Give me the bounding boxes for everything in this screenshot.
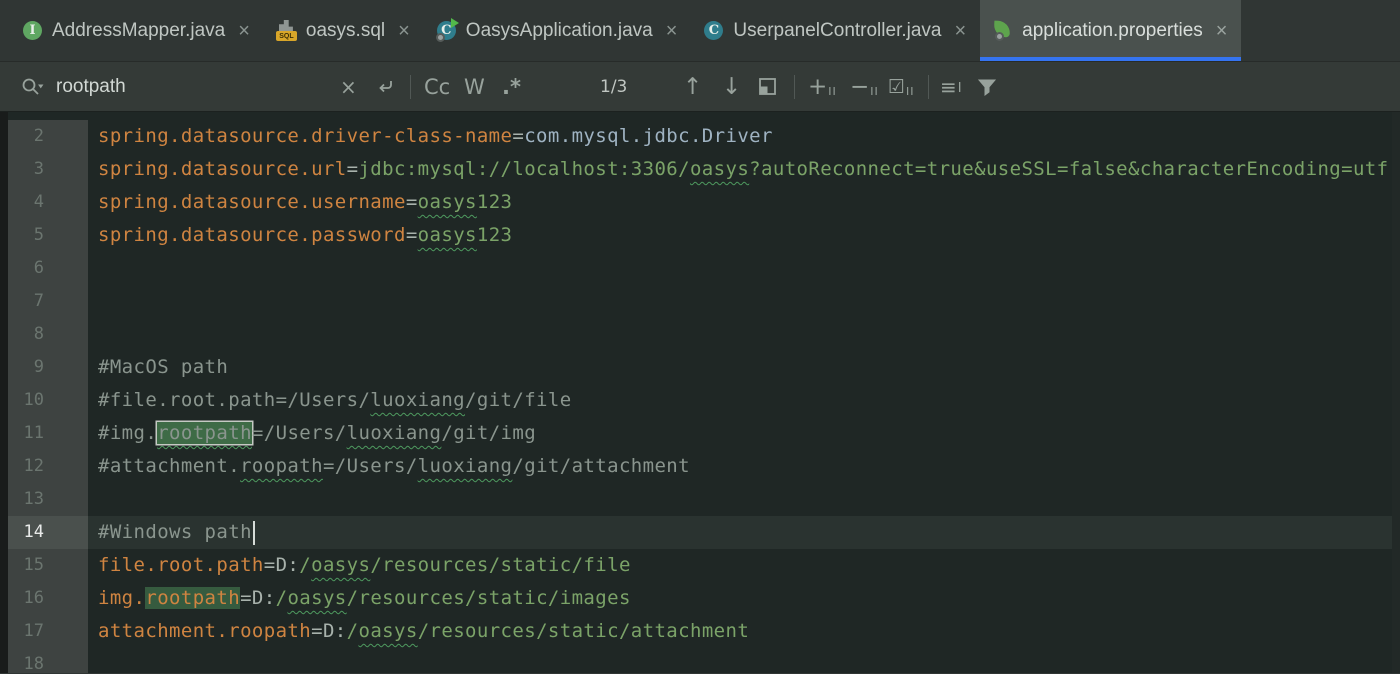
divider [410, 75, 411, 99]
code-line-9[interactable]: 9#MacOS path [8, 351, 1400, 384]
code-text: #Windows path [88, 516, 1400, 549]
line-number: 10 [8, 384, 88, 417]
close-tab-icon[interactable]: × [238, 21, 250, 41]
line-number: 17 [8, 615, 88, 648]
interface-icon: I [22, 20, 43, 41]
tab-oasys-sql[interactable]: SQL oasys.sql × [264, 0, 424, 61]
line-number: 18 [8, 648, 88, 673]
code-text: #img.rootpath=/Users/luoxiang/git/img [88, 417, 1400, 450]
code-line-17[interactable]: 17attachment.roopath=D:/oasys/resources/… [8, 615, 1400, 648]
next-occurrence-button[interactable]: ↓ [722, 74, 741, 100]
line-number: 7 [8, 285, 88, 318]
select-all-occurrences-button[interactable]: ☑II [888, 76, 915, 98]
code-text [88, 648, 1400, 673]
close-tab-icon[interactable]: × [1216, 21, 1228, 41]
code-text: file.root.path=D:/oasys/resources/static… [88, 549, 1400, 582]
tab-label: oasys.sql [306, 20, 385, 42]
code-text: #attachment.roopath=/Users/luoxiang/git/… [88, 450, 1400, 483]
line-number: 9 [8, 351, 88, 384]
clear-search-icon[interactable]: × [340, 75, 357, 99]
code-line-12[interactable]: 12#attachment.roopath=/Users/luoxiang/gi… [8, 450, 1400, 483]
tab-UserpanelController-java[interactable]: C UserpanelController.java × [691, 0, 980, 61]
previous-occurrence-button[interactable]: ↑ [683, 74, 702, 100]
line-number: 4 [8, 186, 88, 219]
tab-application-properties[interactable]: application.properties × [980, 0, 1241, 61]
line-number: 15 [8, 549, 88, 582]
code-line-6[interactable]: 6 [8, 252, 1400, 285]
line-number: 3 [8, 153, 88, 186]
tab-label: application.properties [1022, 20, 1203, 42]
search-input[interactable] [56, 76, 326, 98]
editor-tab-bar: I AddressMapper.java × SQL oasys.sql × C OasysA… [0, 0, 1400, 62]
code-text [88, 285, 1400, 318]
code-text [88, 252, 1400, 285]
code-line-4[interactable]: 4spring.datasource.username=oasys123 [8, 186, 1400, 219]
code-line-11[interactable]: 11#img.rootpath=/Users/luoxiang/git/img [8, 417, 1400, 450]
code-line-8[interactable]: 8 [8, 318, 1400, 351]
regex-toggle[interactable]: .* [502, 75, 521, 99]
tab-label: OasysApplication.java [466, 20, 653, 42]
code-text: attachment.roopath=D:/oasys/resources/st… [88, 615, 1400, 648]
tab-label: AddressMapper.java [52, 20, 225, 42]
match-case-toggle[interactable]: Cc [424, 75, 450, 99]
code-line-5[interactable]: 5spring.datasource.password=oasys123 [8, 219, 1400, 252]
sql-file-icon: SQL [276, 20, 297, 41]
text-caret [253, 521, 255, 545]
line-number: 14 [8, 516, 88, 549]
line-number: 5 [8, 219, 88, 252]
class-icon: C [703, 20, 724, 41]
code-text [88, 483, 1400, 516]
line-number: 6 [8, 252, 88, 285]
divider [928, 75, 929, 99]
find-bar: × Cc W .* 1/3 ↑ ↓ +II −II ☑II ≡I [0, 62, 1400, 112]
line-number: 16 [8, 582, 88, 615]
filter-search-icon[interactable] [976, 76, 998, 98]
line-number: 13 [8, 483, 88, 516]
code-text: #MacOS path [88, 351, 1400, 384]
close-tab-icon[interactable]: × [954, 21, 966, 41]
filter-lines-button[interactable]: ≡I [940, 75, 963, 99]
find-all-icon[interactable] [757, 76, 779, 98]
code-line-7[interactable]: 7 [8, 285, 1400, 318]
code-line-2[interactable]: 2spring.datasource.driver-class-name=com… [8, 120, 1400, 153]
divider [794, 75, 795, 99]
code-text: img.rootpath=D:/oasys/resources/static/i… [88, 582, 1400, 615]
code-line-14[interactable]: 14#Windows path [8, 516, 1400, 549]
newline-icon[interactable] [374, 76, 398, 98]
editor-pane[interactable]: 2spring.datasource.driver-class-name=com… [0, 112, 1400, 673]
code-text [88, 318, 1400, 351]
code-line-16[interactable]: 16img.rootpath=D:/oasys/resources/static… [8, 582, 1400, 615]
whole-words-toggle[interactable]: W [464, 75, 485, 99]
line-number: 8 [8, 318, 88, 351]
code-line-13[interactable]: 13 [8, 483, 1400, 516]
code-line-10[interactable]: 10#file.root.path=/Users/luoxiang/git/fi… [8, 384, 1400, 417]
tab-OasysApplication-java[interactable]: C OasysApplication.java × [424, 0, 692, 61]
spring-boot-class-icon: C [436, 20, 457, 41]
line-number: 11 [8, 417, 88, 450]
code-line-18[interactable]: 18 [8, 648, 1400, 673]
code-line-15[interactable]: 15file.root.path=D:/oasys/resources/stat… [8, 549, 1400, 582]
search-icon[interactable] [20, 76, 46, 98]
code-text: spring.datasource.password=oasys123 [88, 219, 1400, 252]
code-line-3[interactable]: 3spring.datasource.url=jdbc:mysql://loca… [8, 153, 1400, 186]
code-text: #file.root.path=/Users/luoxiang/git/file [88, 384, 1400, 417]
line-number: 12 [8, 450, 88, 483]
code-text: spring.datasource.username=oasys123 [88, 186, 1400, 219]
line-number: 2 [8, 120, 88, 153]
code-text: spring.datasource.url=jdbc:mysql://local… [88, 153, 1400, 186]
code-text: spring.datasource.driver-class-name=com.… [88, 120, 1400, 153]
close-tab-icon[interactable]: × [398, 21, 410, 41]
spring-properties-icon [992, 20, 1013, 41]
tab-label: UserpanelController.java [733, 20, 941, 42]
remove-occurrence-button[interactable]: −II [850, 74, 879, 100]
close-tab-icon[interactable]: × [666, 21, 678, 41]
add-occurrence-button[interactable]: +II [808, 74, 837, 100]
tab-AddressMapper-java[interactable]: I AddressMapper.java × [10, 0, 264, 61]
match-count: 1/3 [600, 77, 627, 97]
scrollbar-track[interactable] [1392, 112, 1400, 673]
